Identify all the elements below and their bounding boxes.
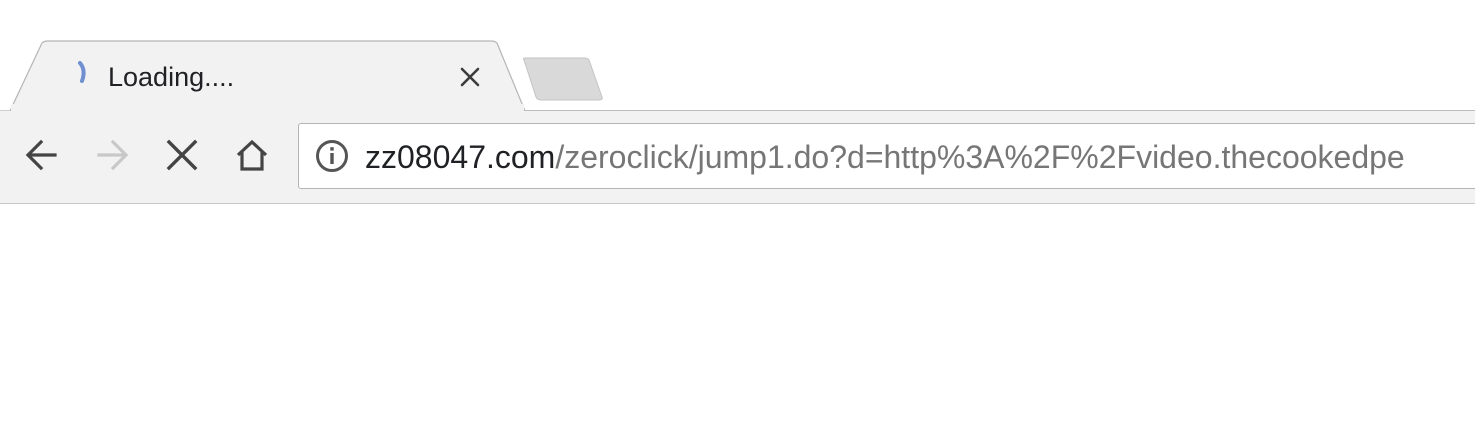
toolbar: zz08047.com/zeroclick/jump1.do?d=http%3A…: [0, 111, 1475, 204]
tab-close-button[interactable]: [455, 62, 485, 92]
address-bar[interactable]: zz08047.com/zeroclick/jump1.do?d=http%3A…: [298, 123, 1475, 189]
stop-button[interactable]: [160, 133, 204, 177]
tab-loading[interactable]: [30, 42, 510, 110]
back-button[interactable]: [20, 133, 64, 177]
url-host: zz08047.com: [365, 139, 556, 175]
close-icon: [460, 67, 480, 87]
browser-window: Loading.... zz08047.com/zeroclick/jump1.…: [0, 0, 1475, 421]
loading-spinner-icon: [78, 61, 86, 83]
page-content: [0, 204, 1475, 421]
tab-strip: Loading....: [0, 0, 1475, 112]
close-icon: [166, 139, 198, 171]
info-icon[interactable]: [315, 139, 349, 173]
url-path: /zeroclick/jump1.do?d=http%3A%2F%2Fvideo…: [555, 139, 1405, 175]
home-button[interactable]: [230, 133, 274, 177]
forward-button[interactable]: [90, 133, 134, 177]
new-tab-button[interactable]: [518, 57, 608, 101]
tab-title: Loading....: [108, 62, 235, 92]
arrow-left-icon: [25, 139, 57, 171]
arrow-right-icon: [97, 139, 129, 171]
home-icon: [236, 139, 268, 171]
url-text[interactable]: zz08047.com/zeroclick/jump1.do?d=http%3A…: [365, 138, 1405, 176]
